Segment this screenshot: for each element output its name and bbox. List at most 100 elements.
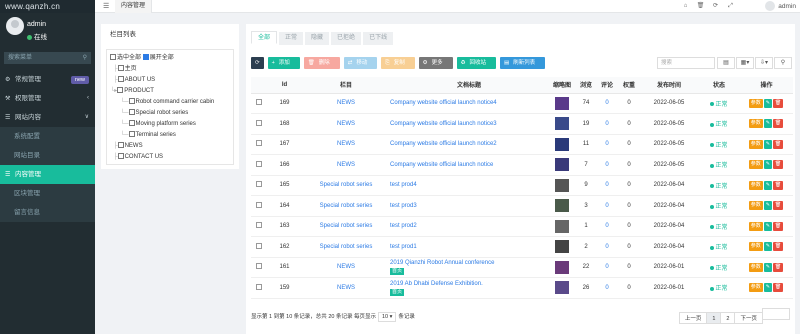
menu-search-input[interactable]: 搜索菜单 ⚲ (4, 52, 91, 64)
delete-icon[interactable]: 🗑 (772, 98, 784, 108)
params-button[interactable]: 参数 (748, 119, 763, 129)
params-button[interactable]: 参数 (748, 160, 763, 170)
column-header[interactable]: 权重 (618, 77, 640, 94)
row-checkbox[interactable] (256, 201, 262, 208)
edit-icon[interactable]: ✎ (763, 221, 772, 231)
search-toggle-button[interactable]: ⚲ (774, 57, 792, 69)
delete-icon[interactable]: 🗑 (772, 242, 784, 252)
sidebar-item[interactable]: ☰ 内容管理 (0, 165, 95, 184)
tree-node[interactable]: └─ Robot command carrier cabin (110, 97, 230, 108)
edit-icon[interactable]: ✎ (763, 98, 772, 108)
table-row[interactable]: 159 NEWS 2019 Ab Dhabi Defense Exhibition.… (251, 277, 793, 299)
row-checkbox[interactable] (256, 242, 262, 249)
comments-link[interactable]: 0 (605, 141, 608, 147)
title-link[interactable]: Company website official launch notice3 (390, 121, 497, 127)
sidebar-item[interactable]: 网站目录 (0, 146, 95, 165)
row-checkbox-cell[interactable] (251, 113, 267, 135)
tree-node[interactable]: └─ Terminal series (110, 130, 230, 141)
tree-node-checkbox[interactable] (117, 153, 124, 160)
table-row[interactable]: 164 Special robot series test prod3 3 0 0 2022… (251, 195, 793, 217)
edit-icon[interactable]: ✎ (763, 119, 772, 129)
tree-node-checkbox[interactable] (128, 131, 135, 138)
row-checkbox-cell[interactable] (251, 257, 267, 278)
table-row[interactable]: 165 Special robot series test prod4 9 0 0 2022… (251, 175, 793, 196)
category-link[interactable]: NEWS (337, 141, 355, 147)
refresh-button[interactable]: ⟳ (251, 57, 264, 69)
thumbnail-image[interactable] (555, 260, 569, 274)
params-button[interactable]: 参数 (748, 201, 763, 211)
delete-icon[interactable]: 🗑 (772, 201, 784, 211)
sidebar-item[interactable]: 系统配置 (0, 127, 95, 146)
comments-link[interactable]: 0 (605, 100, 608, 106)
category-link[interactable]: NEWS (337, 100, 355, 106)
table-row[interactable]: 166 NEWS Company website official launch n… (251, 154, 793, 176)
category-link[interactable]: Special robot series (320, 182, 373, 188)
tree-node[interactable]: └▸ PRODUCT (110, 86, 230, 97)
view-toggle-button[interactable]: ▤ (717, 57, 735, 69)
column-header[interactable]: 文档标题 (390, 77, 548, 94)
expand-all-checkbox[interactable] (142, 54, 149, 61)
comments-link[interactable]: 0 (605, 244, 608, 250)
category-link[interactable]: Special robot series (320, 203, 373, 209)
export-button[interactable]: ⇩▾ (755, 57, 773, 69)
thumbnail-image[interactable] (555, 199, 569, 213)
edit-icon[interactable]: ✎ (763, 262, 772, 272)
sidebar-item[interactable]: ☰ 网站内容 ∨ (0, 108, 95, 127)
column-header[interactable]: 浏览 (576, 77, 596, 94)
thumbnail-image[interactable] (555, 158, 569, 172)
comments-link[interactable]: 0 (605, 162, 608, 168)
table-row[interactable]: 162 Special robot series test prod1 2 0 0 2022… (251, 236, 793, 258)
category-link[interactable]: NEWS (337, 285, 355, 291)
tab-3[interactable]: 已拒绝 (331, 32, 362, 45)
comments-link[interactable]: 0 (605, 121, 608, 127)
next-page-button[interactable]: 下一页 (734, 312, 763, 324)
row-checkbox-cell[interactable] (251, 236, 267, 258)
thumbnail-image[interactable] (555, 117, 569, 131)
sidebar-item[interactable]: 留言信息 (0, 203, 95, 222)
refresh-list-button[interactable]: ▤ 刷新列表 (499, 57, 546, 69)
sidebar-item[interactable]: ⚒ 权限管理 ‹ (0, 89, 95, 108)
edit-icon[interactable]: ✎ (763, 180, 772, 190)
delete-icon[interactable]: 🗑 (772, 283, 784, 293)
edit-icon[interactable]: ✎ (763, 242, 772, 252)
edit-icon[interactable]: ✎ (763, 139, 772, 149)
title-link[interactable]: test prod4 (390, 182, 417, 188)
header-checkbox-cell[interactable] (251, 77, 267, 94)
page-2-button[interactable]: 2 (720, 312, 736, 324)
title-link[interactable]: test prod1 (390, 244, 417, 250)
move-button[interactable]: ⇄ 移动 (343, 57, 378, 69)
row-checkbox[interactable] (256, 119, 262, 126)
table-row[interactable]: 168 NEWS Company website official launch n… (251, 113, 793, 135)
select-all-checkbox[interactable] (110, 54, 116, 61)
row-checkbox-cell[interactable] (251, 175, 267, 196)
params-button[interactable]: 参数 (748, 283, 763, 293)
params-button[interactable]: 参数 (748, 221, 763, 231)
tree-node-checkbox[interactable] (128, 120, 135, 127)
row-checkbox-cell[interactable] (251, 93, 267, 114)
comments-link[interactable]: 0 (605, 264, 608, 270)
thumbnail-image[interactable] (555, 281, 569, 295)
tree-node[interactable]: ├ 主页 (110, 64, 230, 75)
table-row[interactable]: 169 NEWS Company website official launch n… (251, 93, 793, 114)
delete-button[interactable]: 🗑 删除 (303, 57, 340, 69)
refresh-icon[interactable]: ⟳ (708, 0, 723, 13)
sidebar-item[interactable]: 区块管理 (0, 184, 95, 203)
category-link[interactable]: NEWS (337, 121, 355, 127)
row-checkbox[interactable] (256, 140, 262, 147)
tree-node[interactable]: ├ NEWS (110, 141, 230, 152)
params-button[interactable]: 参数 (748, 98, 763, 108)
table-search-input[interactable]: 搜索 (657, 57, 715, 69)
category-link[interactable]: Special robot series (320, 223, 373, 229)
column-header[interactable]: 状态 (698, 77, 740, 94)
edit-icon[interactable]: ✎ (763, 283, 772, 293)
title-link[interactable]: Company website official launch notice4 (390, 100, 497, 106)
thumbnail-image[interactable] (555, 219, 569, 233)
tree-node-checkbox[interactable] (128, 109, 135, 116)
row-checkbox-cell[interactable] (251, 154, 267, 176)
top-user[interactable]: admin (765, 1, 796, 12)
row-checkbox-cell[interactable] (251, 216, 267, 237)
column-header[interactable]: 栏目 (302, 77, 390, 94)
comments-link[interactable]: 0 (605, 285, 608, 291)
comments-link[interactable]: 0 (605, 203, 608, 209)
page-1-button[interactable]: 1 (706, 312, 722, 324)
